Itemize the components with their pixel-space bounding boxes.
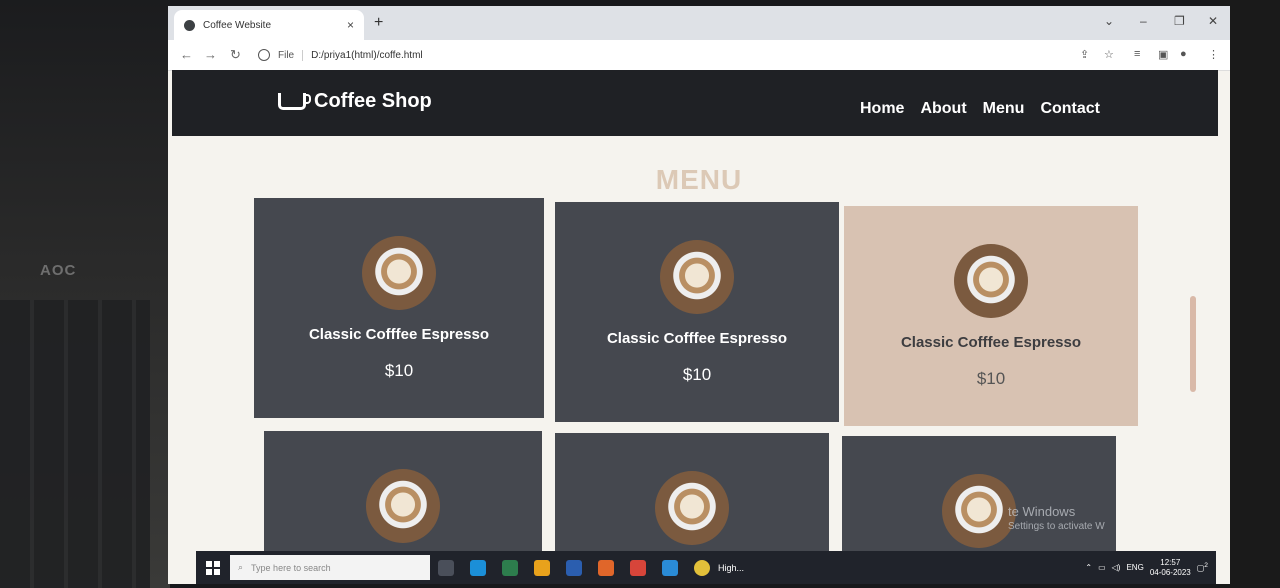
coffee-photo [362,236,436,310]
close-icon[interactable]: × [347,18,354,32]
back-icon[interactable]: ← [180,47,193,62]
browser-tab[interactable]: Coffee Website × [174,10,364,40]
window-close-icon[interactable]: ✕ [1208,14,1218,28]
tab-search-icon[interactable]: ⌄ [1104,14,1114,28]
logo-text: Coffee Shop [314,90,432,112]
menu-card[interactable] [555,433,829,563]
chrome-icon[interactable] [630,559,646,576]
search-icon: ⌕ [238,562,244,572]
taskbar: ⌕ Type here to search High... ⌃ ▭ ◁) ENG… [196,551,1216,584]
item-price: $10 [976,369,1006,388]
word-icon[interactable] [566,559,582,576]
page-scrollbar[interactable] [1190,296,1196,392]
nav-about[interactable]: About [920,100,966,118]
system-tray: ⌃ ▭ ◁) ENG 12:57 04-06-2023 ▢2 [1085,558,1216,578]
activate-windows-watermark: te Windows Settings to activate W [1008,504,1105,532]
watermark-line1: te Windows [1008,504,1076,519]
item-price: $10 [384,361,414,380]
reload-icon[interactable]: ↻ [230,47,241,63]
firefox-icon[interactable] [598,559,614,576]
menu-card[interactable] [842,436,1116,566]
coffee-photo [954,244,1028,318]
coffee-photo [655,471,729,545]
item-name: Classic Cofffee Espresso [606,330,788,347]
profile-icon[interactable]: ● [1180,48,1187,60]
excel-icon[interactable] [502,559,518,576]
notification-count: 2 [1204,562,1208,570]
share-icon[interactable]: ⇪ [1080,48,1089,61]
notification-icon[interactable]: ▢2 [1197,562,1208,573]
edge-icon[interactable] [470,559,486,576]
forward-icon[interactable]: → [204,47,217,62]
item-name: Classic Cofffee Espresso [308,326,490,343]
nav-contact[interactable]: Contact [1040,100,1100,118]
clock-date: 04-06-2023 [1149,567,1191,577]
menu-card[interactable] [264,431,542,561]
file-explorer-icon[interactable] [534,559,550,576]
battery-icon[interactable]: ▭ [1098,563,1106,572]
screen: Coffee Website × + ⌄ – ❐ ✕ ← → ↻ File D:… [168,6,1230,584]
item-price: $10 [682,365,712,384]
menu-card[interactable]: Classic Cofffee Espresso $10 [844,206,1138,426]
clock[interactable]: 12:57 04-06-2023 [1150,558,1191,578]
restore-icon[interactable]: ❐ [1174,14,1185,28]
site-logo[interactable]: Coffee Shop [278,90,432,113]
site-header: Coffee Shop Home About Menu Contact [172,70,1218,136]
reading-list-icon[interactable]: ≡ [1134,48,1140,60]
tab-title: Coffee Website [203,19,272,31]
coffee-cup-icon [278,93,311,110]
task-view-icon[interactable] [438,559,454,576]
vscode-icon[interactable] [662,559,678,576]
coffee-photo [660,240,734,314]
menu-card[interactable]: Classic Cofffee Espresso $10 [254,198,544,418]
language-indicator[interactable]: ENG [1126,563,1143,572]
item-name: Classic Cofffee Espresso [900,334,1082,351]
nav-menu[interactable]: Menu [983,100,1025,118]
side-panel-icon[interactable]: ▣ [1158,48,1168,61]
coffee-photo [942,474,1016,548]
main-nav: Home About Menu Contact [860,100,1100,118]
taskbar-search-input[interactable]: ⌕ Type here to search [230,555,430,580]
new-tab-button[interactable]: + [374,14,383,32]
url-field[interactable]: File D:/priya1(html)/coffe.html [258,44,1058,66]
tray-chevron-icon[interactable]: ⌃ [1085,563,1092,572]
section-title: MENU [655,164,743,195]
bookmark-star-icon[interactable]: ☆ [1104,48,1114,61]
windows-start-icon[interactable] [206,560,220,575]
menu-card[interactable]: Classic Cofffee Espresso $10 [555,202,839,422]
weather-icon[interactable] [694,559,710,576]
watermark-line2: Settings to activate W [1008,521,1105,532]
minimize-icon[interactable]: – [1140,14,1147,28]
clock-time: 12:57 [1160,557,1181,567]
coffee-photo [366,469,440,543]
url-text: D:/priya1(html)/coffe.html [311,49,423,61]
info-icon[interactable] [258,49,270,61]
nav-home[interactable]: Home [860,100,904,118]
volume-icon[interactable]: ◁) [1112,563,1121,572]
tab-bar: Coffee Website × + ⌄ – ❐ ✕ [168,6,1230,40]
url-scheme: File [278,49,304,61]
kebab-menu-icon[interactable]: ⋮ [1208,48,1219,61]
weather-label[interactable]: High... [718,563,744,573]
address-bar: ← → ↻ File D:/priya1(html)/coffe.html ⇪ … [168,40,1230,71]
keyboard [0,300,150,588]
globe-icon [184,19,195,31]
monitor-brand: AOC [40,262,77,279]
search-placeholder: Type here to search [251,562,331,573]
